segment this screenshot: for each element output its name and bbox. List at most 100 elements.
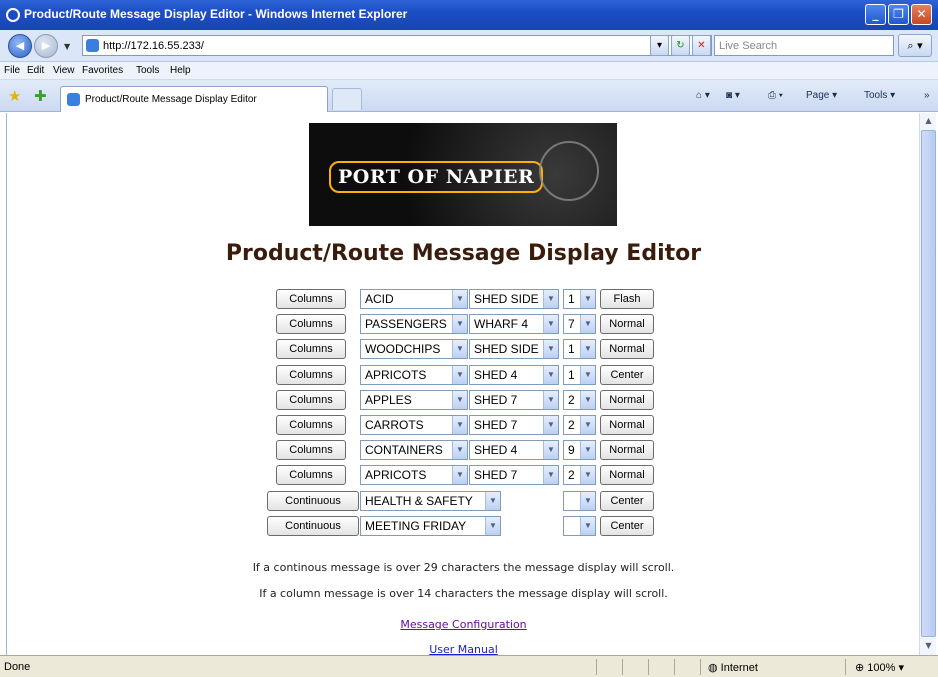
columns-button[interactable]: Columns (276, 415, 346, 435)
chevron-down-icon[interactable]: ▼ (452, 366, 467, 384)
history-dropdown-icon[interactable]: ▼ (64, 42, 70, 51)
display-mode-button[interactable]: Center (600, 365, 654, 385)
continuous-button[interactable]: Continuous (267, 491, 359, 511)
chevron-down-icon[interactable]: ▼ (543, 391, 558, 409)
message-select[interactable]: CONTAINERS ▼ (360, 440, 468, 460)
columns-button[interactable]: Columns (276, 289, 346, 309)
display-mode-button[interactable]: Center (600, 491, 654, 511)
number-select[interactable]: 9 ▼ (563, 440, 596, 460)
chevron-down-icon[interactable]: ▼ (452, 416, 467, 434)
address-field[interactable]: http://172.16.55.233/ (82, 35, 712, 56)
location-select[interactable]: SHED 7 ▼ (469, 465, 559, 485)
message-select[interactable]: APPLES ▼ (360, 390, 468, 410)
number-select[interactable]: 2 ▼ (563, 415, 596, 435)
location-select[interactable]: SHED 4 ▼ (469, 365, 559, 385)
location-select[interactable]: SHED 4 ▼ (469, 440, 559, 460)
display-mode-button[interactable]: Flash (600, 289, 654, 309)
message-select[interactable]: MEETING FRIDAY ▼ (360, 516, 501, 536)
page-menu-button[interactable]: Page ▾ (806, 90, 837, 101)
message-select[interactable]: WOODCHIPS ▼ (360, 339, 468, 359)
forward-button[interactable]: ▶ (34, 34, 58, 58)
message-select[interactable]: APRICOTS ▼ (360, 465, 468, 485)
number-select[interactable]: 1 ▼ (563, 365, 596, 385)
chevron-down-icon[interactable]: ▼ (580, 466, 595, 484)
chevron-down-icon[interactable]: ▼ (543, 466, 558, 484)
stop-button[interactable]: ✕ (692, 35, 711, 56)
message-select[interactable]: ACID ▼ (360, 289, 468, 309)
menu-favorites[interactable]: Favorites (82, 65, 123, 76)
vertical-scrollbar[interactable]: ▲ ▼ (919, 113, 936, 655)
location-select[interactable]: SHED SIDE ▼ (469, 289, 559, 309)
display-mode-button[interactable]: Normal (600, 440, 654, 460)
location-select[interactable]: SHED SIDE ▼ (469, 339, 559, 359)
chevron-down-icon[interactable]: ▼ (485, 517, 500, 535)
display-mode-button[interactable]: Normal (600, 465, 654, 485)
menu-edit[interactable]: Edit (27, 65, 44, 76)
message-select[interactable]: APRICOTS ▼ (360, 365, 468, 385)
chevron-down-icon[interactable]: ▼ (452, 391, 467, 409)
chevron-down-icon[interactable]: ▼ (580, 441, 595, 459)
continuous-button[interactable]: Continuous (267, 516, 359, 536)
search-input[interactable]: Live Search (714, 35, 894, 56)
display-mode-button[interactable]: Normal (600, 390, 654, 410)
chevron-down-icon[interactable]: ▼ (452, 340, 467, 358)
chevron-down-icon[interactable]: ▼ (543, 290, 558, 308)
chevron-down-icon[interactable]: ▼ (580, 315, 595, 333)
chevron-down-icon[interactable]: ▼ (580, 366, 595, 384)
chevron-down-icon[interactable]: ▼ (580, 290, 595, 308)
chevron-down-icon[interactable]: ▼ (452, 315, 467, 333)
favorites-star-icon[interactable]: ★ (8, 87, 21, 105)
menu-tools[interactable]: Tools (136, 65, 159, 76)
columns-button[interactable]: Columns (276, 314, 346, 334)
maximize-button[interactable]: ❐ (888, 4, 909, 25)
chevron-down-icon[interactable]: ▼ (580, 416, 595, 434)
address-dropdown-button[interactable]: ▾ (650, 35, 669, 56)
minimize-button[interactable]: _ (865, 4, 886, 25)
zoom-control[interactable]: ⊕ 100% ▾ (855, 661, 904, 674)
number-select[interactable]: 1 ▼ (563, 339, 596, 359)
menu-help[interactable]: Help (170, 65, 191, 76)
tab-current[interactable]: Product/Route Message Display Editor (60, 86, 328, 112)
chevron-down-icon[interactable]: ▼ (452, 441, 467, 459)
scroll-thumb[interactable] (921, 130, 936, 637)
chevron-down-icon[interactable]: ▼ (452, 466, 467, 484)
message-select[interactable]: CARROTS ▼ (360, 415, 468, 435)
display-mode-button[interactable]: Normal (600, 314, 654, 334)
search-button[interactable]: ⌕ ▾ (898, 34, 932, 57)
chevron-down-icon[interactable]: ▼ (543, 416, 558, 434)
display-mode-button[interactable]: Normal (600, 339, 654, 359)
menu-file[interactable]: File (4, 65, 20, 76)
scroll-down-icon[interactable]: ▼ (921, 638, 936, 654)
close-button[interactable]: ✕ (911, 4, 932, 25)
number-select[interactable]: 2 ▼ (563, 390, 596, 410)
number-select[interactable]: 7 ▼ (563, 314, 596, 334)
columns-button[interactable]: Columns (276, 365, 346, 385)
tools-menu-button[interactable]: Tools ▾ (864, 90, 895, 101)
number-select[interactable]: ▼ (563, 516, 596, 536)
chevron-down-icon[interactable]: ▼ (485, 492, 500, 510)
menu-view[interactable]: View (53, 65, 75, 76)
columns-button[interactable]: Columns (276, 390, 346, 410)
home-icon[interactable]: ⌂ ▾ (696, 90, 710, 101)
columns-button[interactable]: Columns (276, 440, 346, 460)
chevron-down-icon[interactable]: ▼ (452, 290, 467, 308)
display-mode-button[interactable]: Normal (600, 415, 654, 435)
message-select[interactable]: HEALTH & SAFETY ▼ (360, 491, 501, 511)
back-button[interactable]: ◀ (8, 34, 32, 58)
user-manual-link[interactable]: User Manual (7, 643, 919, 655)
chevron-down-icon[interactable]: ▼ (580, 340, 595, 358)
chevron-down-icon[interactable]: ▼ (543, 366, 558, 384)
security-zone[interactable]: ◍ Internet (708, 661, 758, 674)
chevron-down-icon[interactable]: ▼ (580, 517, 595, 535)
message-select[interactable]: PASSENGERS ▼ (360, 314, 468, 334)
feeds-icon[interactable]: ◙ ▾ (726, 90, 740, 101)
number-select[interactable]: 1 ▼ (563, 289, 596, 309)
chevron-down-icon[interactable]: ▼ (580, 492, 595, 510)
more-commands-icon[interactable]: » (924, 90, 930, 101)
columns-button[interactable]: Columns (276, 465, 346, 485)
new-tab-button[interactable] (332, 88, 362, 110)
location-select[interactable]: WHARF 4 ▼ (469, 314, 559, 334)
refresh-button[interactable]: ↻ (671, 35, 690, 56)
number-select[interactable]: 2 ▼ (563, 465, 596, 485)
display-mode-button[interactable]: Center (600, 516, 654, 536)
